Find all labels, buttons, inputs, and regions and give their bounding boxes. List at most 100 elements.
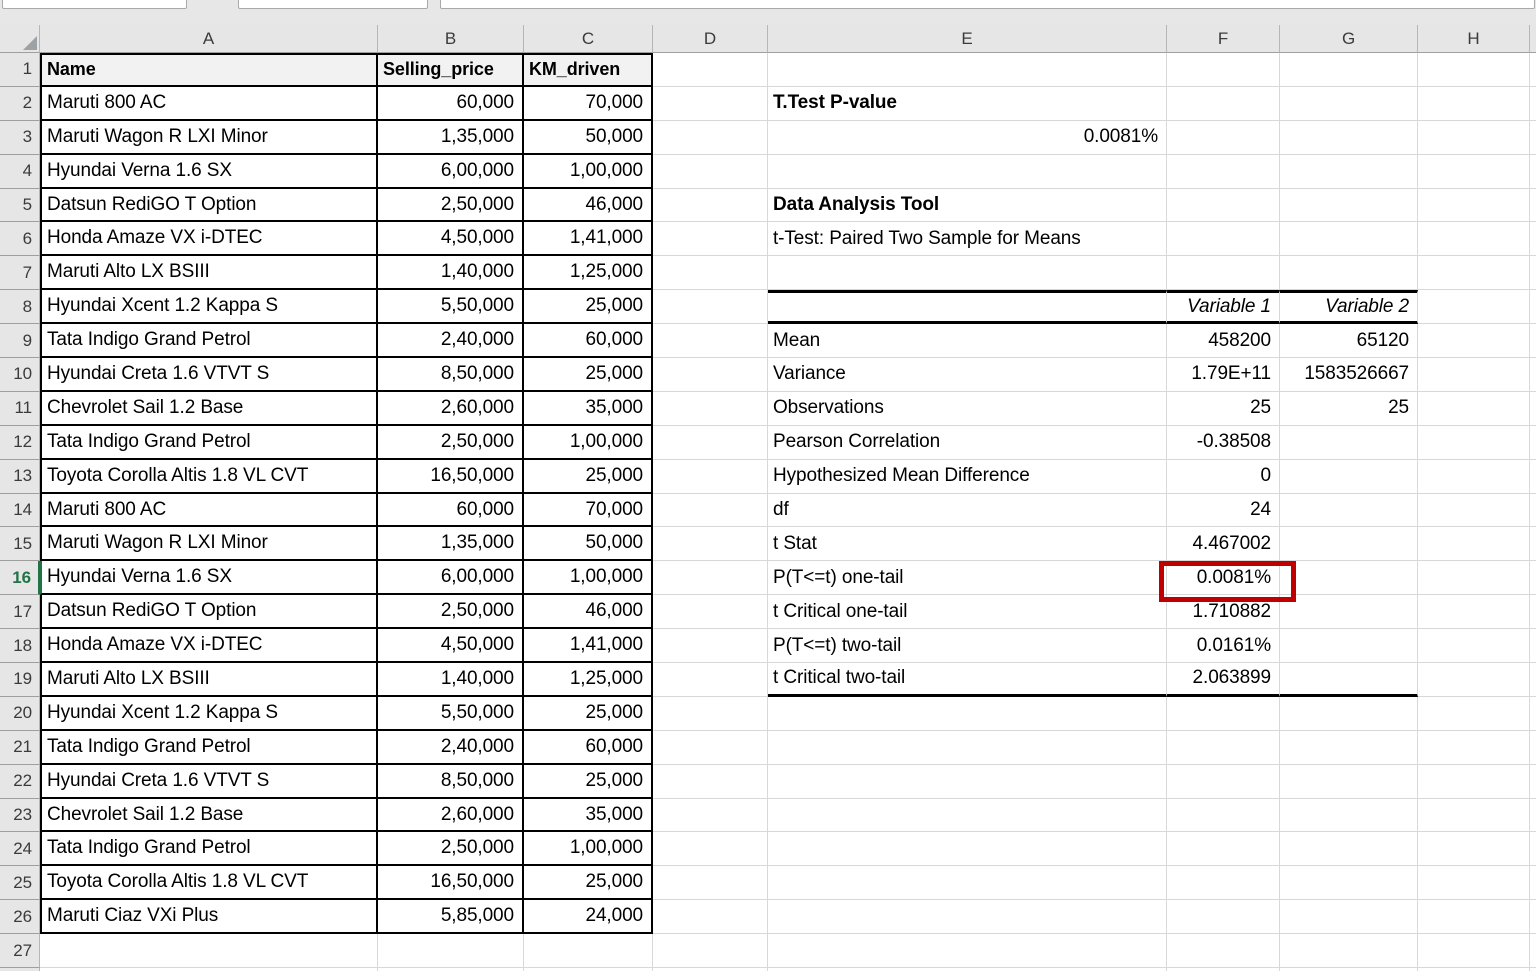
row-header-3[interactable]: 3 xyxy=(0,121,40,155)
cell-H13[interactable] xyxy=(1418,460,1530,494)
cell-F16[interactable]: 0.0081% xyxy=(1167,561,1280,595)
cell-G26[interactable] xyxy=(1280,900,1418,934)
cell-G17[interactable] xyxy=(1280,595,1418,629)
cell-H5[interactable] xyxy=(1418,189,1530,223)
cell-F4[interactable] xyxy=(1167,155,1280,189)
cell-H3[interactable] xyxy=(1418,121,1530,155)
cell-C14[interactable]: 70,000 xyxy=(524,494,653,528)
cell-D25[interactable] xyxy=(653,866,768,900)
cell-C22[interactable]: 25,000 xyxy=(524,765,653,799)
cell-F21[interactable] xyxy=(1167,731,1280,765)
cell-E13[interactable]: Hypothesized Mean Difference xyxy=(768,460,1167,494)
cell-F25[interactable] xyxy=(1167,866,1280,900)
cell-H27[interactable] xyxy=(1418,934,1530,968)
cell-G16[interactable] xyxy=(1280,561,1418,595)
cell-A14[interactable]: Maruti 800 AC xyxy=(40,494,378,528)
cell-B21[interactable]: 2,40,000 xyxy=(378,731,524,765)
cell-H8[interactable] xyxy=(1418,290,1530,324)
cell-E9[interactable]: Mean xyxy=(768,324,1167,358)
cell-D16[interactable] xyxy=(653,561,768,595)
row-header-17[interactable]: 17 xyxy=(0,595,40,629)
cell-A23[interactable]: Chevrolet Sail 1.2 Base xyxy=(40,799,378,833)
cell-D22[interactable] xyxy=(653,765,768,799)
cell-A9[interactable]: Tata Indigo Grand Petrol xyxy=(40,324,378,358)
row-header-8[interactable]: 8 xyxy=(0,290,40,324)
cell-F2[interactable] xyxy=(1167,87,1280,121)
cell-F15[interactable]: 4.467002 xyxy=(1167,527,1280,561)
cell-C20[interactable]: 25,000 xyxy=(524,697,653,731)
cell-C23[interactable]: 35,000 xyxy=(524,799,653,833)
cell-F13[interactable]: 0 xyxy=(1167,460,1280,494)
cell-E21[interactable] xyxy=(768,731,1167,765)
cell-B27[interactable] xyxy=(378,934,524,968)
cell-H14[interactable] xyxy=(1418,494,1530,528)
cell-D4[interactable] xyxy=(653,155,768,189)
row-header-11[interactable]: 11 xyxy=(0,392,40,426)
cell-G5[interactable] xyxy=(1280,189,1418,223)
cell-E5[interactable]: Data Analysis Tool xyxy=(768,189,1167,223)
cell-A20[interactable]: Hyundai Xcent 1.2 Kappa S xyxy=(40,697,378,731)
cell-A13[interactable]: Toyota Corolla Altis 1.8 VL CVT xyxy=(40,460,378,494)
cell-G19[interactable] xyxy=(1280,663,1418,697)
cell-A18[interactable]: Honda Amaze VX i-DTEC xyxy=(40,629,378,663)
cell-E4[interactable] xyxy=(768,155,1167,189)
cell-D20[interactable] xyxy=(653,697,768,731)
cell-G10[interactable]: 1583526667 xyxy=(1280,358,1418,392)
cell-D15[interactable] xyxy=(653,527,768,561)
cell-H19[interactable] xyxy=(1418,663,1530,697)
row-header-2[interactable]: 2 xyxy=(0,87,40,121)
cell-A7[interactable]: Maruti Alto LX BSIII xyxy=(40,256,378,290)
cell-D9[interactable] xyxy=(653,324,768,358)
cell-G9[interactable]: 65120 xyxy=(1280,324,1418,358)
cell-B19[interactable]: 1,40,000 xyxy=(378,663,524,697)
cell-C8[interactable]: 25,000 xyxy=(524,290,653,324)
row-header-19[interactable]: 19 xyxy=(0,663,40,697)
cell-A27[interactable] xyxy=(40,934,378,968)
cell-G8[interactable]: Variable 2 xyxy=(1280,290,1418,324)
cell-G15[interactable] xyxy=(1280,527,1418,561)
cell-C9[interactable]: 60,000 xyxy=(524,324,653,358)
cell-E24[interactable] xyxy=(768,832,1167,866)
cell-G13[interactable] xyxy=(1280,460,1418,494)
cell-B26[interactable]: 5,85,000 xyxy=(378,900,524,934)
cell-C10[interactable]: 25,000 xyxy=(524,358,653,392)
row-header-12[interactable]: 12 xyxy=(0,426,40,460)
cell-H9[interactable] xyxy=(1418,324,1530,358)
cell-E6[interactable]: t-Test: Paired Two Sample for Means xyxy=(768,222,1167,256)
column-header-H[interactable]: H xyxy=(1418,25,1530,53)
row-header-25[interactable]: 25 xyxy=(0,866,40,900)
cell-D13[interactable] xyxy=(653,460,768,494)
row-header-20[interactable]: 20 xyxy=(0,697,40,731)
cell-D8[interactable] xyxy=(653,290,768,324)
cell-C13[interactable]: 25,000 xyxy=(524,460,653,494)
cell-F9[interactable]: 458200 xyxy=(1167,324,1280,358)
cell-C12[interactable]: 1,00,000 xyxy=(524,426,653,460)
cell-C15[interactable]: 50,000 xyxy=(524,527,653,561)
cell-B24[interactable]: 2,50,000 xyxy=(378,832,524,866)
cell-A26[interactable]: Maruti Ciaz VXi Plus xyxy=(40,900,378,934)
cell-E15[interactable]: t Stat xyxy=(768,527,1167,561)
cell-C3[interactable]: 50,000 xyxy=(524,121,653,155)
cell-G7[interactable] xyxy=(1280,256,1418,290)
cell-E1[interactable] xyxy=(768,53,1167,87)
cell-D24[interactable] xyxy=(653,832,768,866)
cell-E22[interactable] xyxy=(768,765,1167,799)
cell-G25[interactable] xyxy=(1280,866,1418,900)
select-all-button[interactable] xyxy=(0,25,40,53)
row-header-21[interactable]: 21 xyxy=(0,731,40,765)
cell-H22[interactable] xyxy=(1418,765,1530,799)
cell-A6[interactable]: Honda Amaze VX i-DTEC xyxy=(40,222,378,256)
cell-E10[interactable]: Variance xyxy=(768,358,1167,392)
cell-A10[interactable]: Hyundai Creta 1.6 VTVT S xyxy=(40,358,378,392)
row-header-15[interactable]: 15 xyxy=(0,527,40,561)
cell-B8[interactable]: 5,50,000 xyxy=(378,290,524,324)
cell-H16[interactable] xyxy=(1418,561,1530,595)
cell-A1[interactable]: Name xyxy=(40,53,378,87)
cell-D12[interactable] xyxy=(653,426,768,460)
cell-C26[interactable]: 24,000 xyxy=(524,900,653,934)
cell-D23[interactable] xyxy=(653,799,768,833)
cell-B1[interactable]: Selling_price xyxy=(378,53,524,87)
cell-B4[interactable]: 6,00,000 xyxy=(378,155,524,189)
cell-B16[interactable]: 6,00,000 xyxy=(378,561,524,595)
row-header-23[interactable]: 23 xyxy=(0,799,40,833)
